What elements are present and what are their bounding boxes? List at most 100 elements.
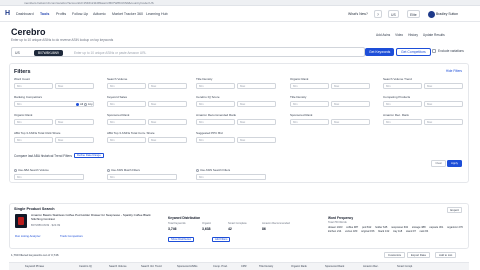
word-chip[interactable]: tray 118 <box>393 230 402 233</box>
column-header[interactable]: Search Volume <box>109 265 127 268</box>
nav-tools[interactable]: Tools <box>40 11 49 17</box>
filter-min-input[interactable]: Min <box>196 137 235 143</box>
exclude-checkbox[interactable] <box>432 49 436 54</box>
filter-max-input[interactable]: Max <box>148 101 187 107</box>
filter-min-input[interactable]: Min <box>383 101 422 107</box>
filter-max-input[interactable]: Max <box>148 137 187 143</box>
column-header[interactable]: Sponsored Rank <box>325 265 344 268</box>
asin-chip[interactable]: B07W8KU6N9 <box>34 50 63 56</box>
add-to-list-button[interactable]: Add to List <box>435 252 457 258</box>
filter-max-input[interactable]: Max <box>237 83 276 89</box>
nav-adtomic[interactable]: Adtomic <box>93 11 106 17</box>
filter-min-input[interactable]: Min <box>290 83 329 89</box>
add-filters-button[interactable]: Add Filters <box>212 237 231 242</box>
update-results-button[interactable]: Update Results <box>423 33 445 37</box>
word-chip[interactable]: pod 812 <box>362 226 371 229</box>
show-distribution-button[interactable]: Show Distribution <box>168 237 195 242</box>
option-radio[interactable] <box>14 168 17 172</box>
track-competitors-link[interactable]: Track Competitors <box>60 234 83 238</box>
apply-filters-button[interactable]: Apply <box>447 160 462 167</box>
column-header[interactable]: Keyword Phrase <box>25 265 44 268</box>
filter-max-input[interactable]: Max <box>424 119 463 125</box>
filter-min-input[interactable]: Min <box>290 119 329 125</box>
filter-min-input[interactable]: Min <box>383 119 422 125</box>
word-chip[interactable]: drawer 1023 <box>328 226 342 229</box>
history-button[interactable]: History <box>408 33 418 37</box>
filter-min-input[interactable]: Min <box>196 101 235 107</box>
column-header[interactable]: Comp. Prod. <box>213 265 228 268</box>
filter-max-input[interactable]: Max <box>237 101 276 107</box>
filter-min-input[interactable]: Min <box>107 101 146 107</box>
date-input[interactable]: Min <box>196 174 266 180</box>
export-data-button[interactable]: Export Data <box>407 252 430 258</box>
filter-max-input[interactable]: Max <box>148 83 187 89</box>
option-aba-volume[interactable]: Use ABA Search Volume <box>14 168 49 172</box>
define-date-range-button[interactable]: Define Date Range <box>74 153 104 158</box>
option-radio[interactable] <box>107 168 110 172</box>
nav-follow-up[interactable]: Follow-Up <box>72 11 88 17</box>
filter-max-input[interactable]: Max <box>424 83 463 89</box>
marketplace-select[interactable]: US <box>388 10 399 18</box>
word-chip[interactable]: stand 97 <box>406 230 416 233</box>
column-header[interactable]: Title Density <box>259 265 273 268</box>
word-chip[interactable]: coffee 987 <box>346 226 358 229</box>
option-radio[interactable] <box>196 168 199 172</box>
filter-max-input[interactable]: Max <box>331 83 370 89</box>
filter-max-input[interactable]: Max <box>55 137 94 143</box>
option-asin-match[interactable]: Use ASIN Match Filters <box>107 168 140 172</box>
asin-input-hint[interactable]: Enter up to 10 unique ASINs or paste Ama… <box>74 51 146 55</box>
clear-filters-button[interactable]: Clear <box>431 160 446 167</box>
radio-all[interactable] <box>76 102 79 106</box>
filter-min-input[interactable]: Min <box>14 137 53 143</box>
helium10-logo[interactable]: H <box>5 10 13 18</box>
filter-min-input[interactable]: Min <box>290 101 329 107</box>
whats-new-link[interactable]: What's New? <box>348 10 368 18</box>
filter-min-input[interactable]: Min <box>196 83 235 89</box>
all-any-radio[interactable]: All Any <box>76 102 93 106</box>
user-menu[interactable]: Bradley Sutton <box>428 10 458 18</box>
date-input[interactable]: Min <box>107 174 177 180</box>
plan-badge[interactable]: Elite <box>407 10 420 18</box>
filter-max-input[interactable]: Max <box>237 137 276 143</box>
filter-max-input[interactable]: Max <box>331 119 370 125</box>
filter-min-input[interactable]: Min <box>107 83 146 89</box>
column-header[interactable]: CPR <box>241 265 246 268</box>
column-header[interactable]: Smart Compl. <box>397 265 413 268</box>
product-name[interactable]: Amazon Basics Stainless Coffee Pod Holde… <box>31 213 161 221</box>
word-chip[interactable]: rack 84 <box>420 230 429 233</box>
word-chip[interactable]: holder 645 <box>375 226 387 229</box>
word-chip[interactable]: black 132 <box>378 230 389 233</box>
country-flag-select[interactable]: US <box>15 51 20 55</box>
nav-dashboard[interactable]: Dashboard <box>16 11 34 17</box>
word-chip[interactable]: capsule 301 <box>429 226 443 229</box>
get-competitors-button[interactable]: Get Competitors <box>396 48 431 56</box>
get-keywords-button[interactable]: Get Keywords <box>365 48 395 56</box>
customize-button[interactable]: Customize <box>384 252 406 258</box>
add-asins-button[interactable]: Add Asins <box>376 33 390 37</box>
word-chip[interactable]: kitchen 214 <box>328 230 341 233</box>
column-header[interactable]: Organic Rank <box>291 265 307 268</box>
filter-max-input[interactable]: Max <box>148 119 187 125</box>
filter-max-input[interactable]: Max <box>331 101 370 107</box>
asin-search-bar[interactable]: US B07W8KU6N9 Enter up to 10 unique ASIN… <box>11 47 365 57</box>
filter-min-input[interactable]: Min <box>14 119 53 125</box>
filter-min-input[interactable]: Min <box>14 83 53 89</box>
word-chip[interactable]: nespresso 602 <box>391 226 408 229</box>
column-header[interactable]: Sponsored ASINs <box>177 265 197 268</box>
export-button[interactable]: Export <box>447 207 462 213</box>
run-listing-analyzer-link[interactable]: Run Listing Analyzer <box>15 234 41 238</box>
column-header[interactable]: Cerebro IQ <box>79 265 92 268</box>
product-image[interactable] <box>15 214 27 228</box>
filter-max-input[interactable]: Max <box>55 119 94 125</box>
option-asin-search[interactable]: Use ASIN Search Filters <box>196 168 230 172</box>
url-text[interactable]: members.helium10.com/cerebro?accountId=1… <box>24 1 154 5</box>
word-chip[interactable]: vertuo 180 <box>345 230 357 233</box>
word-chip[interactable]: organizer 276 <box>447 226 463 229</box>
filter-min-input[interactable]: Min <box>107 119 146 125</box>
nav-profits[interactable]: Profits <box>56 11 66 17</box>
video-button[interactable]: Video <box>395 33 403 37</box>
exclude-variations[interactable]: Exclude variations <box>432 49 464 54</box>
word-chip[interactable]: storage 388 <box>412 226 426 229</box>
filter-max-input[interactable]: Max <box>55 83 94 89</box>
filter-max-input[interactable]: Max <box>237 119 276 125</box>
